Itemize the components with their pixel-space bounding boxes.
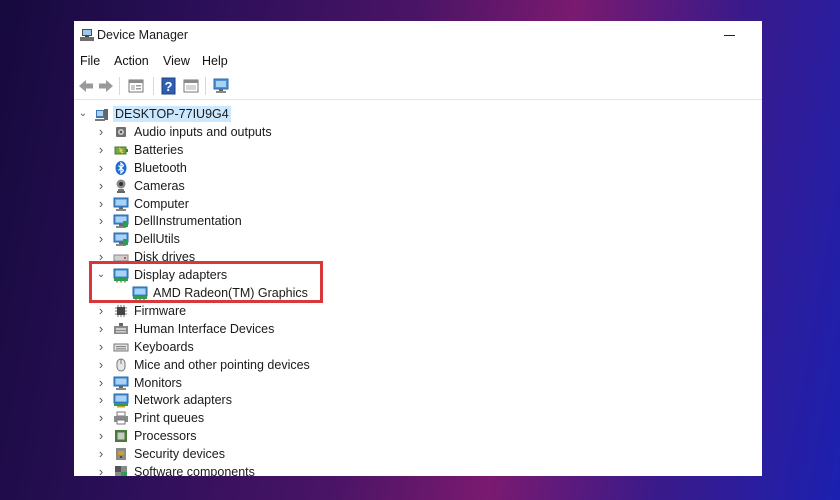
keyboard-icon [113, 339, 129, 355]
computer-tower-icon [94, 106, 110, 122]
minimize-button[interactable] [718, 24, 742, 46]
tree-category-human-interface-devices[interactable]: › Human Interface Devices [74, 320, 762, 338]
tree-root-computer[interactable]: ⌄ DESKTOP-77IU9G4 [74, 105, 762, 123]
tree-category-batteries[interactable]: › Batteries [74, 141, 762, 159]
expand-chevron-icon[interactable]: › [96, 447, 106, 460]
expand-chevron-icon[interactable]: › [96, 393, 106, 406]
device-manager-icon [79, 27, 95, 43]
tree-item-label: Batteries [134, 142, 184, 157]
toolbar-separator [205, 77, 206, 95]
expand-chevron-icon[interactable]: › [96, 376, 106, 389]
monitor-icon [113, 375, 129, 391]
menu-view[interactable]: View [163, 54, 190, 68]
camera-icon [113, 178, 129, 194]
dell-utils-icon [113, 231, 129, 247]
security-device-icon [113, 446, 129, 462]
title-bar: Device Manager [74, 21, 762, 49]
tree-item-label: Software components [134, 465, 255, 476]
toolbar: ? [74, 73, 762, 100]
tree-item-label: DellUtils [134, 232, 180, 247]
expand-chevron-icon[interactable]: › [96, 232, 106, 245]
expand-chevron-icon[interactable]: › [96, 197, 106, 210]
tree-item-label: Audio inputs and outputs [134, 124, 272, 139]
tree-category-bluetooth[interactable]: › Bluetooth [74, 159, 762, 177]
software-component-icon [113, 464, 129, 476]
tree-category-dellutils[interactable]: › DellUtils [74, 230, 762, 248]
menu-help[interactable]: Help [202, 54, 228, 68]
expand-chevron-icon[interactable]: › [96, 429, 106, 442]
annotation-highlight-box [89, 261, 323, 303]
device-manager-window: Device Manager File Action View Help ? ⌄… [74, 21, 762, 476]
expand-chevron-icon[interactable]: › [96, 304, 106, 317]
tree-item-label: Monitors [134, 375, 182, 390]
back-arrow-icon[interactable] [76, 76, 96, 96]
tree-item-label: Computer [134, 196, 189, 211]
expand-chevron-icon[interactable]: › [96, 161, 106, 174]
svg-text:?: ? [165, 79, 173, 94]
toolbar-separator [119, 77, 120, 95]
tree-category-software-components[interactable]: › Software components [74, 463, 762, 476]
bluetooth-icon [113, 160, 129, 176]
toolbar-separator [153, 77, 154, 95]
tree-category-cameras[interactable]: › Cameras [74, 177, 762, 195]
expand-chevron-icon[interactable]: › [96, 411, 106, 424]
tree-item-label: Human Interface Devices [134, 321, 275, 336]
expand-chevron-icon[interactable]: › [96, 179, 106, 192]
hid-icon [113, 321, 129, 337]
window-title: Device Manager [97, 28, 189, 42]
menu-bar: File Action View Help [74, 51, 762, 71]
expand-chevron-icon[interactable]: › [96, 358, 106, 371]
menu-file[interactable]: File [80, 54, 100, 68]
tree-category-dellinstrumentation[interactable]: › DellInstrumentation [74, 212, 762, 230]
panel-view-icon[interactable] [181, 76, 201, 96]
tree-category-security-devices[interactable]: › Security devices [74, 445, 762, 463]
expand-chevron-icon[interactable]: › [96, 340, 106, 353]
tree-item-label: Mice and other pointing devices [134, 357, 310, 372]
expand-chevron-icon[interactable]: › [96, 125, 106, 138]
computer-monitor-icon [113, 196, 129, 212]
tree-category-mice-and-other-pointing-devices[interactable]: › Mice and other pointing devices [74, 356, 762, 374]
help-icon[interactable]: ? [159, 76, 179, 96]
tree-item-label: Network adapters [134, 393, 232, 408]
mouse-icon [113, 357, 129, 373]
tree-item-label: Print queues [134, 411, 205, 426]
tree-item-label: Firmware [134, 303, 187, 318]
collapse-chevron-icon[interactable]: ⌄ [78, 108, 88, 120]
tree-category-print-queues[interactable]: › Print queues [74, 409, 762, 427]
monitor-scan-icon[interactable] [211, 76, 231, 96]
printer-icon [113, 410, 129, 426]
tree-item-label: Cameras [134, 178, 185, 193]
tree-root-label: DESKTOP-77IU9G4 [113, 106, 231, 122]
firmware-chip-icon [113, 303, 129, 319]
properties-view-icon[interactable] [126, 76, 146, 96]
forward-arrow-icon[interactable] [96, 76, 116, 96]
tree-category-keyboards[interactable]: › Keyboards [74, 338, 762, 356]
tree-category-firmware[interactable]: › Firmware [74, 302, 762, 320]
expand-chevron-icon[interactable]: › [96, 214, 106, 227]
tree-item-label: DellInstrumentation [134, 214, 242, 229]
tree-category-network-adapters[interactable]: › Network adapters [74, 391, 762, 409]
tree-category-monitors[interactable]: › Monitors [74, 374, 762, 392]
dell-instrumentation-icon [113, 213, 129, 229]
tree-category-computer[interactable]: › Computer [74, 195, 762, 213]
expand-chevron-icon[interactable]: › [96, 465, 106, 476]
tree-category-audio-inputs-and-outputs[interactable]: › Audio inputs and outputs [74, 123, 762, 141]
tree-item-label: Keyboards [134, 339, 194, 354]
speaker-icon [113, 124, 129, 140]
menu-action[interactable]: Action [114, 54, 149, 68]
processor-icon [113, 428, 129, 444]
network-adapter-icon [113, 392, 129, 408]
battery-icon [113, 142, 129, 158]
tree-item-label: Security devices [134, 447, 226, 462]
tree-item-label: Bluetooth [134, 160, 187, 175]
expand-chevron-icon[interactable]: › [96, 322, 106, 335]
tree-category-processors[interactable]: › Processors [74, 427, 762, 445]
expand-chevron-icon[interactable]: › [96, 143, 106, 156]
tree-item-label: Processors [134, 429, 197, 444]
